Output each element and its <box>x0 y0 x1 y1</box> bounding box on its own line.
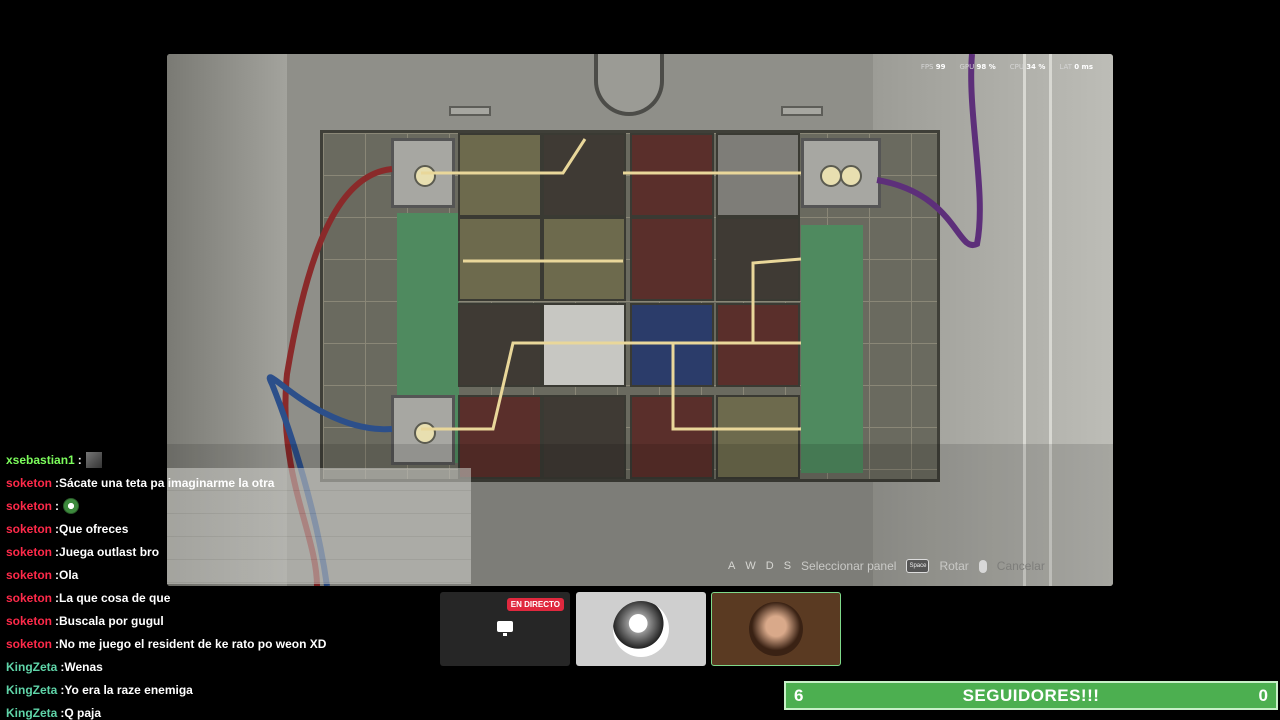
chat-text: La que cosa de que <box>59 590 171 605</box>
chat-message: KingZeta: Q paja <box>6 701 476 720</box>
chat-text: Que ofreces <box>59 521 129 536</box>
chat-text: Yo era la raze enemiga <box>64 682 193 697</box>
chat-username[interactable]: soketon <box>6 614 52 628</box>
chat-username[interactable]: soketon <box>6 568 52 582</box>
chat-username[interactable]: KingZeta <box>6 683 57 697</box>
mouse-icon <box>978 559 987 573</box>
latency-readout: LAT 0 ms <box>1059 63 1093 71</box>
chat-text: Ola <box>59 567 79 582</box>
followers-label: SEGUIDORES!!! <box>962 685 1100 705</box>
control-hints: A W D S Seleccionar panel Space Rotar Ca… <box>728 559 1045 573</box>
chat-message: soketon: Juega outlast bro <box>6 540 476 563</box>
cancel-hint: Cancelar <box>996 559 1045 573</box>
followers-goal-bar: 6 SEGUIDORES!!! 0 <box>784 681 1278 710</box>
key-w: W <box>745 560 756 572</box>
chat-username[interactable]: KingZeta <box>6 660 57 674</box>
chat-text: Sácate una teta pa imaginarme la otra <box>59 475 275 490</box>
followers-goal: 0 <box>1258 685 1268 705</box>
chat-separator: : <box>77 452 82 467</box>
performance-overlay: FPS 99 GPU 98 % CPU 34 % LAT 0 ms <box>921 63 1093 71</box>
chat-message: soketon: Buscala por gugul <box>6 609 476 632</box>
fps-readout: FPS 99 <box>920 63 946 71</box>
key-s: S <box>783 560 792 572</box>
chat-username[interactable]: soketon <box>6 545 52 559</box>
chat-message: soketon: Sácate una teta pa imaginarme l… <box>6 471 476 494</box>
gpu-readout: GPU 98 % <box>959 63 996 71</box>
chat-message: xsebastian1: <box>6 448 476 471</box>
chat-message: soketon: No me juego el resident de ke r… <box>6 632 476 655</box>
cpu-readout: CPU 34 % <box>1009 63 1046 71</box>
chat-text: Buscala por gugul <box>59 613 164 628</box>
key-d: D <box>765 560 774 572</box>
chat-message: soketon: <box>6 494 476 517</box>
chat-text: No me juego el resident de ke rato po we… <box>59 636 327 651</box>
chat-emote-icon <box>63 497 80 514</box>
screen-share-thumbnail[interactable]: EN DIRECTO <box>440 592 570 666</box>
chat-username[interactable]: KingZeta <box>6 706 57 720</box>
chat-emote-icon <box>85 451 102 468</box>
participant-thumbnail-speaking[interactable] <box>711 592 841 666</box>
chat-message: KingZeta: Wenas <box>6 655 476 678</box>
participant-thumbnail[interactable] <box>576 592 706 666</box>
monitor-icon <box>497 621 513 636</box>
chat-username[interactable]: xsebastian1 <box>6 453 75 467</box>
chat-username[interactable]: soketon <box>6 499 52 513</box>
chat-username[interactable]: soketon <box>6 637 52 651</box>
chat-message: soketon: Que ofreces <box>6 517 476 540</box>
chat-message: KingZeta: Yo era la raze enemiga <box>6 678 476 701</box>
avatar <box>613 601 669 657</box>
chat-username[interactable]: soketon <box>6 522 52 536</box>
chat-text: Q paja <box>64 705 102 720</box>
chat-text: Juega outlast bro <box>59 544 160 559</box>
select-panel-hint: Seleccionar panel <box>801 559 897 573</box>
chat-text: Wenas <box>64 659 103 674</box>
followers-current: 6 <box>794 685 804 705</box>
rotate-hint: Rotar <box>939 559 969 573</box>
chat-username[interactable]: soketon <box>6 591 52 605</box>
key-a: A <box>728 560 736 572</box>
chat-username[interactable]: soketon <box>6 476 52 490</box>
space-key-icon: Space <box>906 559 930 573</box>
live-badge: EN DIRECTO <box>506 598 564 611</box>
avatar <box>749 602 803 656</box>
chat-message: soketon: La que cosa de que <box>6 586 476 609</box>
chat-separator: : <box>55 498 60 513</box>
chat-message: soketon: Ola <box>6 563 476 586</box>
chat-log: xsebastian1: soketon: Sácate una teta pa… <box>6 448 476 720</box>
